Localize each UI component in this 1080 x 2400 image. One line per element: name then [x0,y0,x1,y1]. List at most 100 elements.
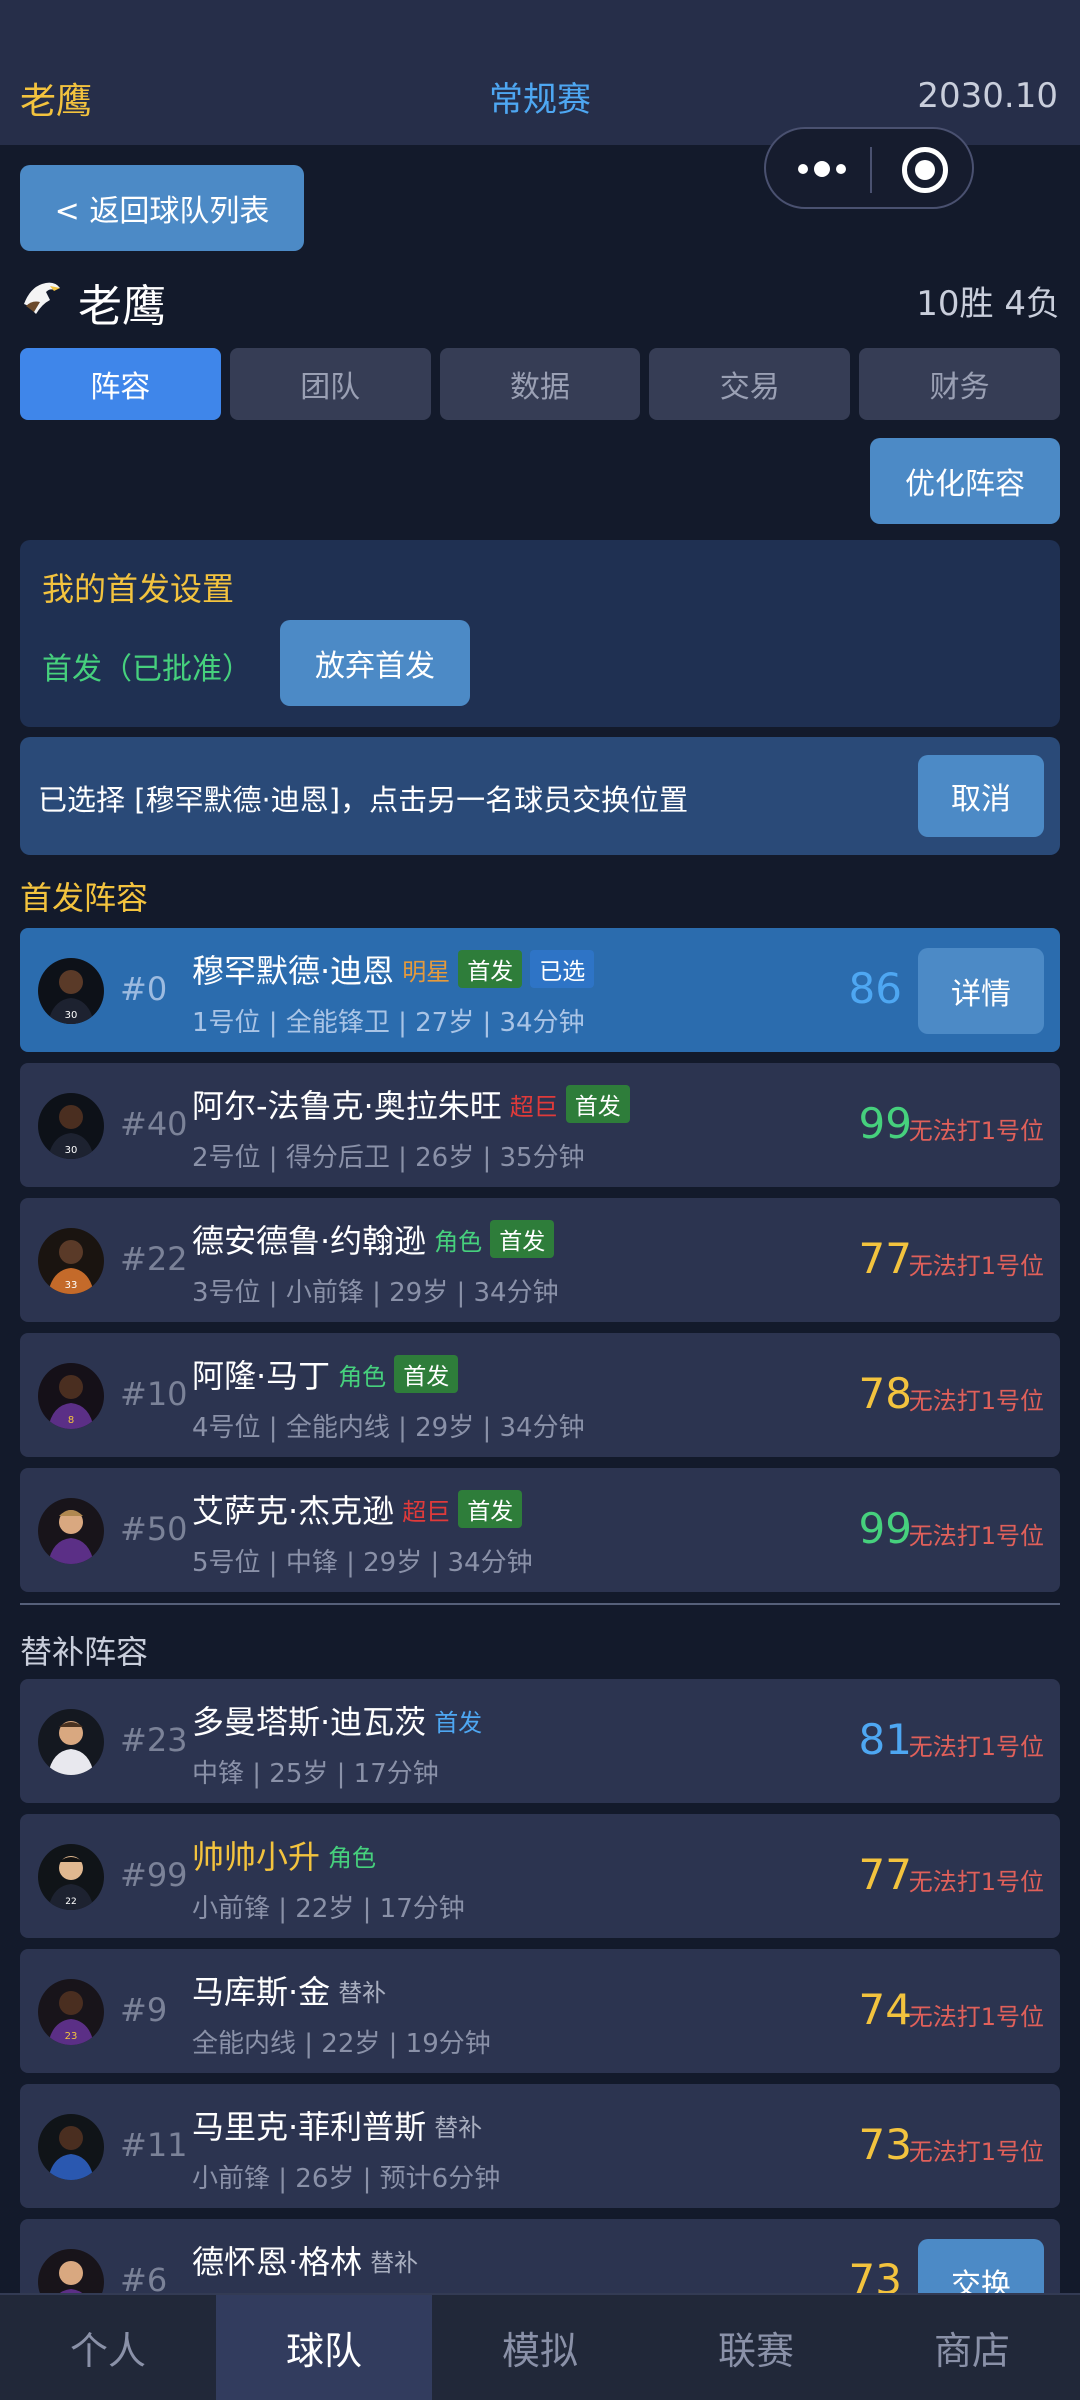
position-warning: 无法打1号位 [908,1868,1044,1896]
player-meta: 4号位 | 全能内线 | 29岁 | 34分钟 [192,1413,585,1443]
tab-roster[interactable]: 阵容 [20,348,221,420]
player-avatar: 30 [38,1093,104,1159]
player-meta: 小前锋 | 26岁 | 预计6分钟 [192,2164,501,2194]
jersey-number: #9 [120,1991,168,2029]
player-details-button[interactable]: 详情 [918,948,1044,1034]
player-avatar: 33 [38,1228,104,1294]
jersey-number: #50 [120,1510,188,1548]
selected-badge: 已选 [530,950,595,988]
player-name-line: 德安德鲁·约翰逊 角色 首发 [192,1216,555,1262]
svg-text:30: 30 [65,1145,78,1156]
player-rating: 77 [858,1850,912,1899]
svg-text:33: 33 [65,1280,78,1291]
bench-row[interactable]: 22 #99 帅帅小升 角色 小前锋 | 22岁 | 17分钟 77 无法打1号… [20,1814,1060,1938]
tab-team[interactable]: 团队 [229,348,431,420]
player-role: 超巨 [509,1092,558,1121]
bench-row[interactable]: #23 多曼塔斯·迪瓦茨 首发 中锋 | 25岁 | 17分钟 81 无法打1号… [20,1679,1060,1803]
position-warning: 无法打1号位 [908,1522,1044,1550]
jersey-number: #23 [120,1721,188,1759]
position-warning: 无法打1号位 [908,1387,1044,1415]
starter-row[interactable]: 33 #22 德安德鲁·约翰逊 角色 首发 3号位 | 小前锋 | 29岁 | … [20,1198,1060,1322]
player-name: 帅帅小升 [192,1838,321,1876]
jersey-number: #22 [120,1240,188,1278]
svg-text:22: 22 [65,1897,76,1907]
jersey-number: #99 [120,1856,188,1894]
player-name-line: 马库斯·金 替补 [192,1967,386,2013]
player-name-line: 马里克·菲利普斯 替补 [192,2102,482,2148]
optimize-lineup-button[interactable]: 优化阵容 [870,438,1060,524]
position-warning: 无法打1号位 [908,1252,1044,1280]
svg-text:23: 23 [65,2031,78,2042]
svg-text:8: 8 [68,1415,74,1426]
starter-row[interactable]: #50 艾萨克·杰克逊 超巨 首发 5号位 | 中锋 | 29岁 | 34分钟 … [20,1468,1060,1592]
starter-row[interactable]: 30 #40 阿尔-法鲁克·奥拉朱旺 超巨 首发 2号位 | 得分后卫 | 26… [20,1063,1060,1187]
player-avatar: 30 [38,958,104,1024]
close-miniprogram-icon[interactable] [902,147,948,193]
starter-row[interactable]: 8 #10 阿隆·马丁 角色 首发 4号位 | 全能内线 | 29岁 | 34分… [20,1333,1060,1457]
player-rating: 81 [858,1715,912,1764]
section-divider [20,1603,1060,1605]
miniprogram-capsule [764,127,974,209]
more-icon[interactable] [790,149,854,189]
player-avatar [38,1709,104,1775]
player-meta: 3号位 | 小前锋 | 29岁 | 34分钟 [192,1278,559,1308]
player-name: 阿尔-法鲁克·奥拉朱旺 [192,1087,502,1125]
svg-text:30: 30 [65,1010,78,1021]
player-name-line: 阿隆·马丁 角色 首发 [192,1351,459,1397]
player-role: 角色 [338,1362,387,1391]
nav-team[interactable]: 球队 [216,2295,432,2400]
player-name: 德安德鲁·约翰逊 [192,1222,427,1260]
tab-trade[interactable]: 交易 [649,348,851,420]
player-rating: 99 [858,1099,912,1148]
tab-stats[interactable]: 数据 [439,348,641,420]
player-avatar [38,2114,104,2180]
nav-personal[interactable]: 个人 [0,2295,216,2400]
bench-row[interactable]: #11 马里克·菲利普斯 替补 小前锋 | 26岁 | 预计6分钟 73 无法打… [20,2084,1060,2208]
player-name: 马库斯·金 [192,1973,331,2011]
jersey-number: #40 [120,1105,188,1143]
player-meta: 1号位 | 全能锋卫 | 27岁 | 34分钟 [192,1008,585,1038]
player-name: 穆罕默德·迪恩 [192,952,395,990]
player-role: 超巨 [402,1497,451,1526]
nav-simulate[interactable]: 模拟 [432,2295,648,2400]
player-role: 替补 [434,2113,483,2142]
player-rating: 74 [858,1985,912,2034]
starter-badge: 首发 [490,1220,555,1258]
starters-section-title: 首发阵容 [20,879,149,917]
nav-league[interactable]: 联赛 [648,2295,864,2400]
bench-row[interactable]: 23 #9 马库斯·金 替补 全能内线 | 22岁 | 19分钟 74 无法打1… [20,1949,1060,2073]
eagle-icon [24,282,60,314]
nav-shop[interactable]: 商店 [864,2295,1080,2400]
player-name-line: 穆罕默德·迪恩 明星 首发 已选 [192,946,595,992]
starter-badge: 首发 [458,950,523,988]
tab-finance[interactable]: 财务 [859,348,1060,420]
starter-settings-panel: 我的首发设置 首发（已批准） 放弃首发 [20,540,1060,727]
selection-bar: 已选择 [穆罕默德·迪恩]，点击另一名球员交换位置 取消 [20,737,1060,855]
position-warning: 无法打1号位 [908,1117,1044,1145]
back-to-team-list-button[interactable]: < 返回球队列表 [20,165,304,251]
player-avatar: 8 [38,1363,104,1429]
capsule-divider [870,147,872,193]
team-name: 老鹰 [78,281,166,332]
jersey-number: #0 [120,970,168,1008]
give-up-starter-button[interactable]: 放弃首发 [280,620,470,706]
player-name-line: 阿尔-法鲁克·奥拉朱旺 超巨 首发 [192,1081,630,1127]
player-rating: 99 [858,1504,912,1553]
starter-badge: 首发 [394,1355,459,1393]
player-name: 多曼塔斯·迪瓦茨 [192,1703,427,1741]
player-meta: 小前锋 | 22岁 | 17分钟 [192,1894,465,1924]
player-rating: 77 [858,1234,912,1283]
player-rating: 73 [858,2120,912,2169]
player-role: 替补 [370,2248,419,2277]
player-role: 角色 [328,1843,377,1872]
jersey-number: #11 [120,2126,188,2164]
starter-row[interactable]: 30 #0 穆罕默德·迪恩 明星 首发 已选 1号位 | 全能锋卫 | 27岁 … [20,928,1060,1052]
player-meta: 2号位 | 得分后卫 | 26岁 | 35分钟 [192,1143,585,1173]
position-warning: 无法打1号位 [908,2138,1044,2166]
team-tabs: 阵容 团队 数据 交易 财务 [20,348,1060,420]
team-header: 老鹰 10胜 4负 [20,268,1060,332]
cancel-selection-button[interactable]: 取消 [918,755,1044,837]
player-name-line: 艾萨克·杰克逊 超巨 首发 [192,1486,523,1532]
bench-section-title: 替补阵容 [20,1633,149,1671]
header-date: 2030.10 [917,76,1058,116]
